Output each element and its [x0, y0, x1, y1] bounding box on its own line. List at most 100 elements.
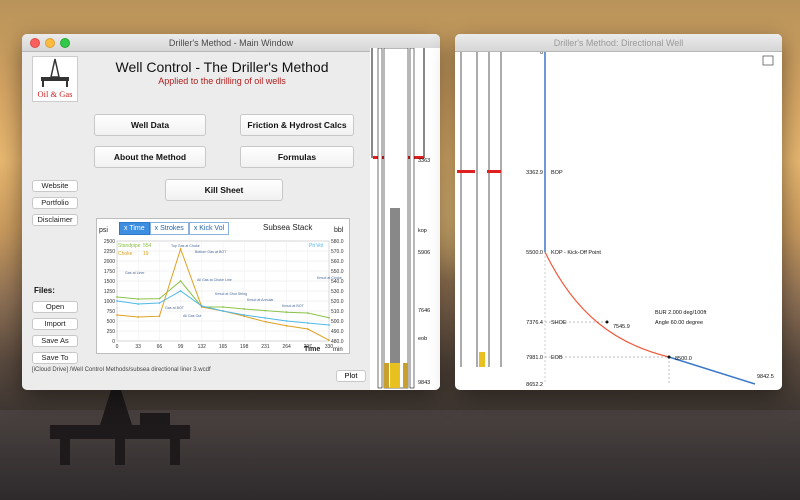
gas-influx-center [390, 363, 400, 388]
drillpipe-left [377, 47, 383, 389]
left-tick-label: 1000 [104, 299, 115, 305]
left-tick-label: 750 [107, 309, 116, 315]
chart-annotation: Gas at BOT [165, 306, 185, 310]
series-point [285, 311, 288, 314]
wellbore-label: eob [418, 336, 427, 342]
chart-annotation: Kmud at Annular [247, 298, 274, 302]
minimize-icon[interactable] [45, 38, 55, 48]
depth-label: 7376.4 [526, 320, 543, 326]
x-tick-label: 0 [116, 344, 119, 350]
annotation-kop: KOP - Kick-Off Point [551, 250, 601, 256]
x-tick-label: 99 [178, 344, 184, 350]
well-data-button[interactable]: Well Data [94, 114, 206, 136]
chart-annotation: Bottom Gas at BOT [195, 250, 227, 254]
legend-standpipe-value: 554 [143, 243, 152, 249]
right-tick-label: 570.0 [331, 249, 344, 255]
depth-label: 0 [540, 52, 543, 56]
right-unit-label: bbl [334, 227, 344, 234]
series-point [179, 248, 182, 250]
save-to-button[interactable]: Save To [32, 352, 78, 364]
right-tick-label: 490.0 [331, 329, 344, 335]
directional-window-title: Driller's Method: Directional Well [553, 38, 684, 48]
main-window: Driller's Method - Main Window Oil & Gas… [22, 34, 440, 390]
legend-pit-vol: Pit Vol [309, 243, 323, 249]
plot-button[interactable]: Plot [336, 370, 366, 382]
series-point [116, 300, 118, 302]
annotation-bop: BOP [551, 170, 563, 176]
right-tick-label: 560.0 [331, 259, 344, 265]
build-curve [544, 251, 670, 358]
wellbore-label: 3363 [418, 158, 430, 164]
point-label: 9842.5 [757, 374, 774, 380]
right-tick-label: 520.0 [331, 299, 344, 305]
right-tick-label: 530.0 [331, 289, 344, 295]
wellbore-label: 9843 [418, 380, 430, 386]
left-tick-label: 1250 [104, 289, 115, 295]
right-tick-label: 510.0 [331, 309, 344, 315]
open-button[interactable]: Open [32, 301, 78, 313]
series-point [328, 339, 330, 342]
series-point [179, 290, 182, 292]
series-point [328, 316, 330, 319]
series-point [116, 314, 118, 316]
eob-point [667, 355, 671, 359]
series-point [264, 309, 267, 312]
legend-choke-value: 19 [143, 251, 149, 257]
directional-well-window: Driller's Method: Directional Well 0 3362… [455, 34, 782, 390]
series-point [137, 316, 140, 318]
gas-influx-right [403, 363, 408, 388]
portfolio-button[interactable]: Portfolio [32, 197, 78, 209]
depth-label: 7981.0 [526, 355, 543, 361]
depth-label: 5500.0 [526, 250, 543, 256]
disclaimer-button[interactable]: Disclaimer [32, 214, 78, 226]
import-button[interactable]: Import [32, 318, 78, 330]
annotation-eob: EOB [551, 355, 563, 361]
legend-choke: Choke [118, 251, 133, 257]
series-point [328, 324, 330, 326]
point-label: 7545.9 [613, 324, 630, 330]
x-tick-label: 198 [240, 344, 249, 350]
kill-sheet-button[interactable]: Kill Sheet [165, 179, 283, 201]
series-point [306, 322, 309, 324]
print-icon [762, 55, 774, 66]
left-tick-label: 250 [107, 329, 116, 335]
wellbore-label: kop [418, 228, 427, 234]
x-tick-label: 66 [157, 344, 163, 350]
x-tick-label: 264 [282, 344, 291, 350]
series-point [222, 306, 224, 308]
website-button[interactable]: Website [32, 180, 78, 192]
file-path: [iCloud Drive] /Well Control Methods/sub… [32, 367, 211, 373]
legend-standpipe: Standpipe [118, 243, 141, 249]
series-point [158, 297, 161, 300]
about-method-button[interactable]: About the Method [94, 146, 206, 168]
formulas-button[interactable]: Formulas [240, 146, 354, 168]
annotation-shoe: SHOE [551, 320, 567, 326]
series-point [243, 308, 246, 310]
point-label: 8500.0 [675, 356, 692, 362]
series-point [285, 324, 288, 327]
x-tick-label: 132 [198, 344, 207, 350]
bop-marker-dir-right [487, 170, 501, 173]
depth-label: 8652.2 [526, 382, 543, 388]
app-subtitle: Applied to the drilling of oil wells [158, 76, 286, 86]
series-point [306, 312, 309, 314]
right-tick-label: 580.0 [331, 239, 344, 245]
series-point [264, 317, 267, 319]
series-point [137, 298, 140, 300]
series-point [306, 328, 309, 330]
chart-annotation: Top Gas at Choke [171, 244, 200, 248]
friction-hydrost-button[interactable]: Friction & Hydrost Calcs [240, 114, 354, 136]
chart-annotation: Kmud at Choke [317, 276, 342, 280]
left-tick-label: 1750 [104, 269, 115, 275]
x-tick-label: 33 [135, 344, 141, 350]
x-unit-label: Time [304, 346, 320, 353]
gas-influx-left [384, 363, 389, 388]
directional-window-titlebar[interactable]: Driller's Method: Directional Well [455, 34, 782, 52]
maximize-icon[interactable] [60, 38, 70, 48]
left-tick-label: 2500 [104, 239, 115, 245]
annotation-bur: BUR 2.000 deg/100ft [655, 310, 707, 316]
save-as-button[interactable]: Save As [32, 335, 78, 347]
chart-annotation: Kmud at BOT [282, 304, 305, 308]
close-icon[interactable] [30, 38, 40, 48]
series-point [179, 280, 182, 282]
